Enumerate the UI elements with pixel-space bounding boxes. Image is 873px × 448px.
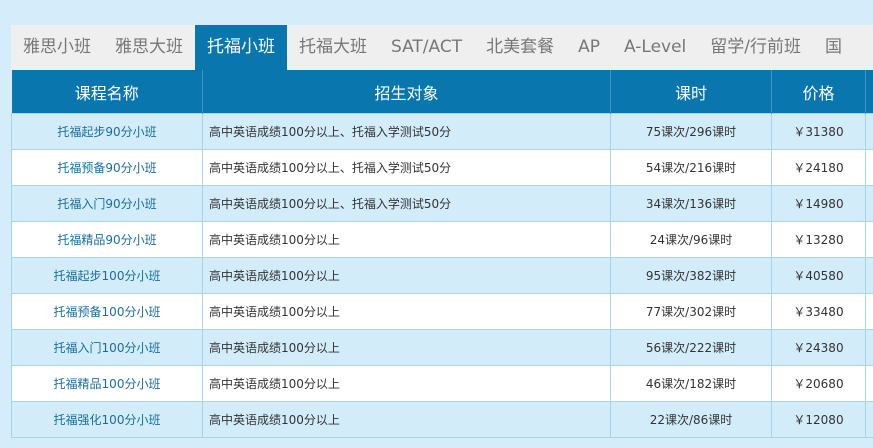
extra-cell xyxy=(865,329,873,366)
tab-ielts-large-class[interactable]: 雅思大班 xyxy=(103,25,195,70)
course-name-cell[interactable]: 托福入门90分小班 xyxy=(11,185,203,222)
price-cell: ￥14980 xyxy=(771,185,866,222)
price-cell: ￥24180 xyxy=(771,149,866,186)
target-cell: 高中英语成绩100分以上 xyxy=(202,401,611,438)
tab-truncated[interactable]: 国 xyxy=(813,25,854,70)
header-course-name: 课程名称 xyxy=(11,70,203,114)
extra-cell xyxy=(865,113,873,150)
price-cell: ￥40580 xyxy=(771,257,866,294)
hours-cell: 56课次/222课时 xyxy=(610,329,772,366)
hours-cell: 22课次/86课时 xyxy=(610,401,772,438)
extra-cell xyxy=(865,293,873,330)
table-row: 托福强化100分小班 高中英语成绩100分以上 22课次/86课时 ￥12080 xyxy=(11,401,873,438)
hours-cell: 75课次/296课时 xyxy=(610,113,772,150)
hours-cell: 77课次/302课时 xyxy=(610,293,772,330)
course-name-cell[interactable]: 托福预备100分小班 xyxy=(11,293,203,330)
extra-cell xyxy=(865,149,873,186)
price-cell: ￥13280 xyxy=(771,221,866,258)
course-tabs: 雅思小班 雅思大班 托福小班 托福大班 SAT/ACT 北美套餐 AP A-Le… xyxy=(11,25,873,70)
table-row: 托福起步100分小班 高中英语成绩100分以上 95课次/382课时 ￥4058… xyxy=(11,257,873,294)
price-cell: ￥20680 xyxy=(771,365,866,402)
course-name-cell[interactable]: 托福精品100分小班 xyxy=(11,365,203,402)
target-cell: 高中英语成绩100分以上 xyxy=(202,329,611,366)
tab-ielts-small-class[interactable]: 雅思小班 xyxy=(11,25,103,70)
tab-toefl-large-class[interactable]: 托福大班 xyxy=(287,25,379,70)
tab-toefl-small-class[interactable]: 托福小班 xyxy=(195,25,287,70)
table-row: 托福起步90分小班 高中英语成绩100分以上、托福入学测试50分 75课次/29… xyxy=(11,113,873,150)
extra-cell xyxy=(865,185,873,222)
target-cell: 高中英语成绩100分以上 xyxy=(202,365,611,402)
course-name-cell[interactable]: 托福精品90分小班 xyxy=(11,221,203,258)
header-target-students: 招生对象 xyxy=(202,70,611,114)
hours-cell: 54课次/216课时 xyxy=(610,149,772,186)
course-table: 课程名称 招生对象 课时 价格 托福起步90分小班 高中英语成绩100分以上、托… xyxy=(11,70,873,438)
table-row: 托福入门90分小班 高中英语成绩100分以上、托福入学测试50分 34课次/13… xyxy=(11,185,873,222)
price-cell: ￥31380 xyxy=(771,113,866,150)
table-header-row: 课程名称 招生对象 课时 价格 xyxy=(11,70,873,114)
hours-cell: 34课次/136课时 xyxy=(610,185,772,222)
table-row: 托福精品90分小班 高中英语成绩100分以上 24课次/96课时 ￥13280 xyxy=(11,221,873,258)
tab-sat-act[interactable]: SAT/ACT xyxy=(379,25,474,70)
tab-north-america-package[interactable]: 北美套餐 xyxy=(474,25,566,70)
price-cell: ￥12080 xyxy=(771,401,866,438)
hours-cell: 24课次/96课时 xyxy=(610,221,772,258)
course-name-cell[interactable]: 托福强化100分小班 xyxy=(11,401,203,438)
extra-cell xyxy=(865,257,873,294)
price-cell: ￥33480 xyxy=(771,293,866,330)
target-cell: 高中英语成绩100分以上 xyxy=(202,293,611,330)
header-class-hours: 课时 xyxy=(610,70,772,114)
course-name-cell[interactable]: 托福预备90分小班 xyxy=(11,149,203,186)
price-cell: ￥24380 xyxy=(771,329,866,366)
tab-study-abroad-pre-departure[interactable]: 留学/行前班 xyxy=(698,25,813,70)
target-cell: 高中英语成绩100分以上、托福入学测试50分 xyxy=(202,149,611,186)
course-name-cell[interactable]: 托福起步90分小班 xyxy=(11,113,203,150)
extra-cell xyxy=(865,221,873,258)
course-name-cell[interactable]: 托福入门100分小班 xyxy=(11,329,203,366)
target-cell: 高中英语成绩100分以上、托福入学测试50分 xyxy=(202,113,611,150)
extra-cell xyxy=(865,365,873,402)
header-price: 价格 xyxy=(771,70,866,114)
tab-ap[interactable]: AP xyxy=(566,25,612,70)
header-extra xyxy=(865,70,873,114)
table-row: 托福预备100分小班 高中英语成绩100分以上 77课次/302课时 ￥3348… xyxy=(11,293,873,330)
hours-cell: 46课次/182课时 xyxy=(610,365,772,402)
hours-cell: 95课次/382课时 xyxy=(610,257,772,294)
target-cell: 高中英语成绩100分以上、托福入学测试50分 xyxy=(202,185,611,222)
table-row: 托福入门100分小班 高中英语成绩100分以上 56课次/222课时 ￥2438… xyxy=(11,329,873,366)
table-row: 托福预备90分小班 高中英语成绩100分以上、托福入学测试50分 54课次/21… xyxy=(11,149,873,186)
course-name-cell[interactable]: 托福起步100分小班 xyxy=(11,257,203,294)
table-row: 托福精品100分小班 高中英语成绩100分以上 46课次/182课时 ￥2068… xyxy=(11,365,873,402)
tab-a-level[interactable]: A-Level xyxy=(612,25,698,70)
extra-cell xyxy=(865,401,873,438)
target-cell: 高中英语成绩100分以上 xyxy=(202,257,611,294)
target-cell: 高中英语成绩100分以上 xyxy=(202,221,611,258)
